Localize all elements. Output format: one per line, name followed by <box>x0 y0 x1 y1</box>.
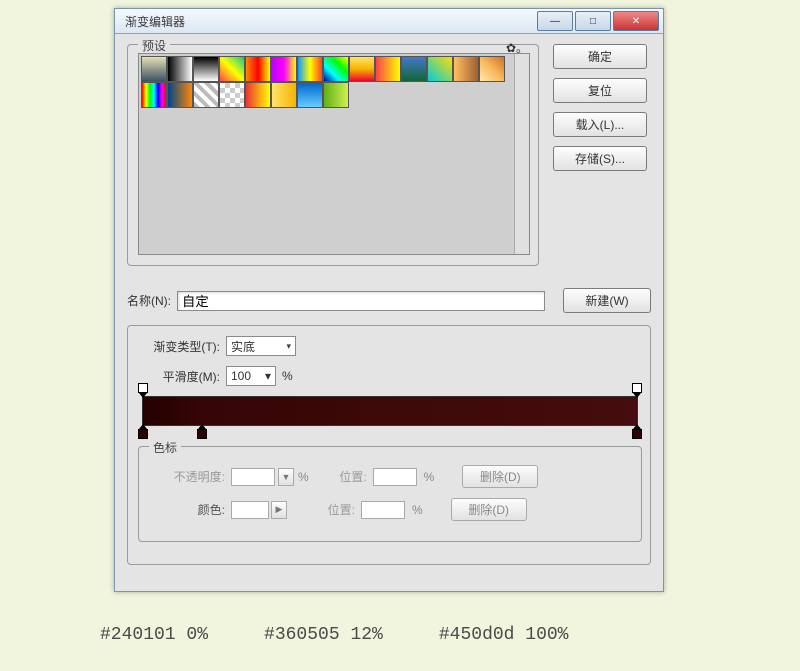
chevron-down-icon: ▾ <box>286 341 291 352</box>
opacity-input <box>231 468 275 486</box>
gradient-preview <box>142 396 638 426</box>
color-swatch[interactable] <box>231 501 269 519</box>
percent-label: % <box>412 503 423 517</box>
maximize-button[interactable]: □ <box>575 11 611 31</box>
color-position-input <box>361 501 405 519</box>
stop-editor-panel: 色标 不透明度: ▼ % 位置: % 删除(D) 颜色: ▶ x <box>138 446 642 542</box>
gradient-track[interactable] <box>142 396 638 426</box>
preset-swatch[interactable] <box>219 82 245 108</box>
footer-color-notes: #240101 0% #360505 12% #450d0d 100% <box>100 625 568 645</box>
chevron-down-icon: ▾ <box>265 369 271 383</box>
preset-swatch[interactable] <box>245 56 271 82</box>
preset-swatch[interactable] <box>141 82 167 108</box>
opacity-label: 不透明度: <box>149 468 225 485</box>
preset-swatch[interactable] <box>323 82 349 108</box>
preset-swatch[interactable] <box>375 56 401 82</box>
preset-swatch[interactable] <box>401 56 427 82</box>
percent-label: % <box>298 470 309 484</box>
opacity-stop-left[interactable] <box>138 383 148 398</box>
presets-legend: 预设 <box>138 37 170 54</box>
presets-box <box>138 53 530 255</box>
preset-swatch[interactable] <box>245 82 271 108</box>
preset-swatch[interactable] <box>167 82 193 108</box>
footer-note: #360505 12% <box>264 625 383 645</box>
gradient-type-value: 实底 <box>231 338 255 355</box>
preset-swatch[interactable] <box>271 82 297 108</box>
reset-button[interactable]: 复位 <box>553 78 647 103</box>
preset-swatch[interactable] <box>479 56 505 82</box>
smoothness-label: 平滑度(M): <box>138 368 220 385</box>
delete-opacity-stop-button: 删除(D) <box>462 465 538 488</box>
position-label: 位置: <box>315 501 355 518</box>
preset-swatch[interactable] <box>323 56 349 82</box>
smoothness-value: 100 <box>231 369 251 383</box>
preset-swatch[interactable] <box>193 56 219 82</box>
window-title: 渐变编辑器 <box>125 13 535 30</box>
preset-swatch[interactable] <box>427 56 453 82</box>
new-button[interactable]: 新建(W) <box>563 288 651 313</box>
color-picker-button[interactable]: ▶ <box>271 501 287 519</box>
preset-swatch[interactable] <box>349 56 375 82</box>
gradient-type-select[interactable]: 实底 ▾ <box>226 336 296 356</box>
color-label: 颜色: <box>149 501 225 518</box>
name-label: 名称(N): <box>127 292 171 309</box>
percent-label: % <box>282 369 293 383</box>
position-label: 位置: <box>327 468 367 485</box>
opacity-dropdown: ▼ <box>278 468 294 486</box>
percent-label: % <box>424 470 435 484</box>
delete-color-stop-button: 删除(D) <box>451 498 527 521</box>
preset-swatch[interactable] <box>219 56 245 82</box>
minimize-button[interactable]: — <box>537 11 573 31</box>
gradient-editor-dialog: 渐变编辑器 — □ ✕ 预设 ✿。 <box>114 8 664 592</box>
stop-legend: 色标 <box>149 439 181 456</box>
preset-swatch[interactable] <box>141 56 167 82</box>
close-button[interactable]: ✕ <box>613 11 659 31</box>
gradient-settings-panel: 渐变类型(T): 实底 ▾ 平滑度(M): 100 ▾ % <box>127 325 651 565</box>
preset-swatch[interactable] <box>297 82 323 108</box>
preset-swatch[interactable] <box>193 82 219 108</box>
gradient-type-label: 渐变类型(T): <box>138 338 220 355</box>
preset-swatch[interactable] <box>167 56 193 82</box>
load-button[interactable]: 载入(L)... <box>553 112 647 137</box>
preset-scrollbar[interactable] <box>514 54 529 254</box>
smoothness-input[interactable]: 100 ▾ <box>226 366 276 386</box>
ok-button[interactable]: 确定 <box>553 44 647 69</box>
footer-note: #450d0d 100% <box>439 625 569 645</box>
name-input[interactable] <box>177 291 545 311</box>
titlebar[interactable]: 渐变编辑器 — □ ✕ <box>115 9 663 34</box>
preset-swatch[interactable] <box>453 56 479 82</box>
preset-swatch[interactable] <box>297 56 323 82</box>
preset-swatch[interactable] <box>271 56 297 82</box>
position-input <box>373 468 417 486</box>
save-button[interactable]: 存储(S)... <box>553 146 647 171</box>
opacity-stop-right[interactable] <box>632 383 642 398</box>
presets-panel: 预设 ✿。 <box>127 44 539 266</box>
footer-note: #240101 0% <box>100 625 208 645</box>
